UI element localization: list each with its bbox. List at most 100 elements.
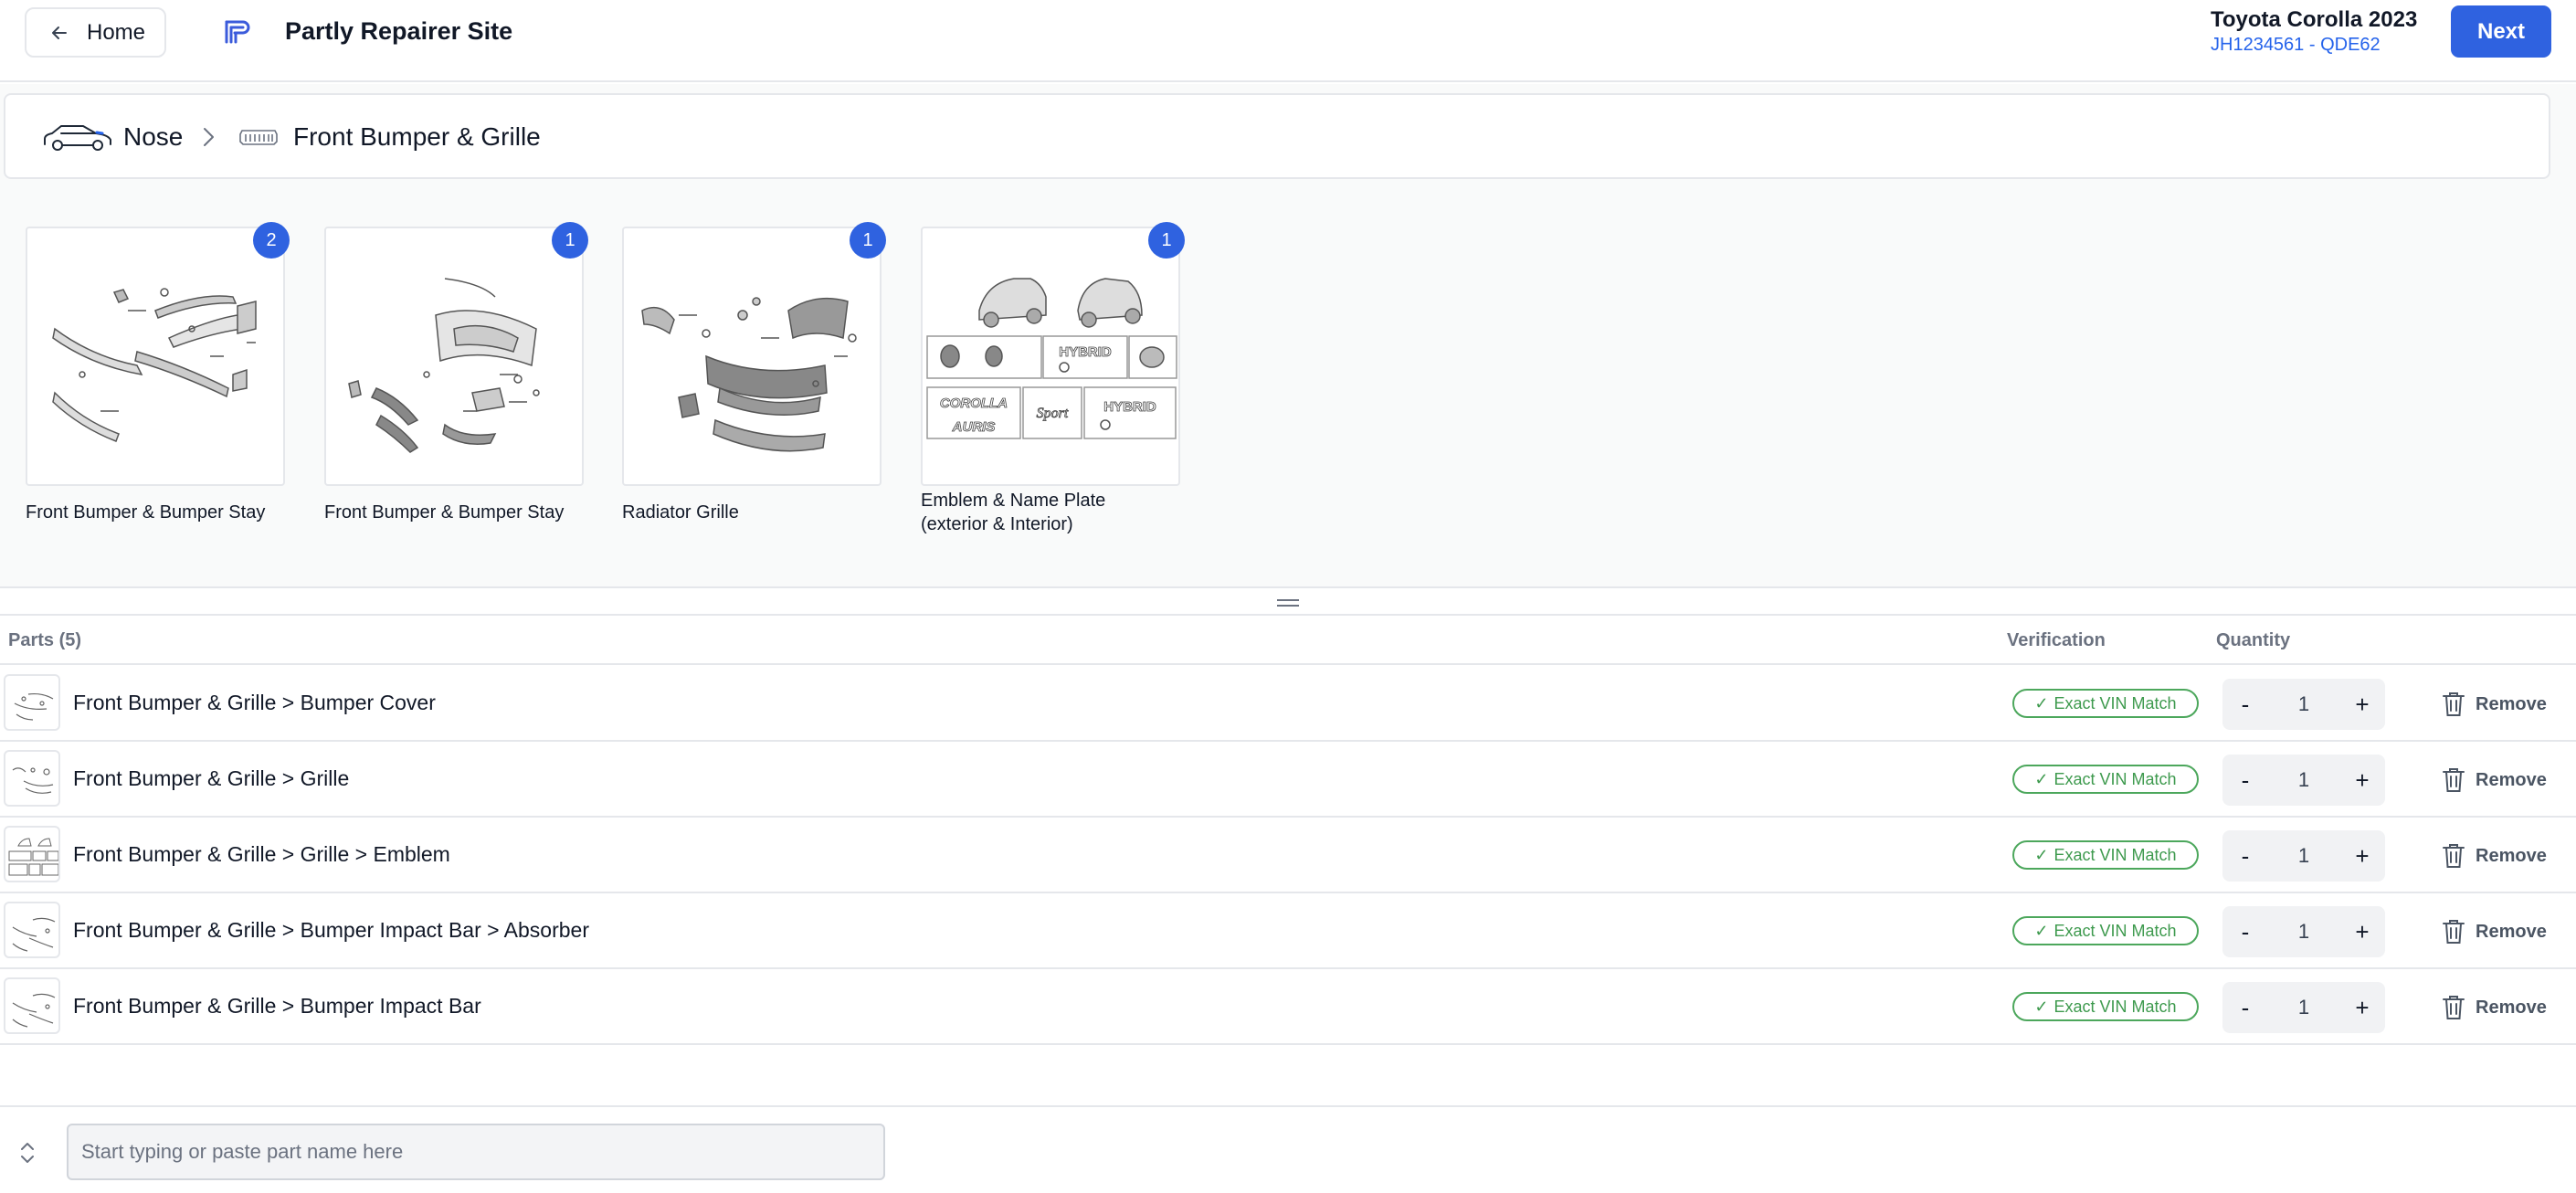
part-thumbnail-art [12, 767, 54, 794]
diagram-thumbnail[interactable] [622, 227, 882, 486]
panel-resize-divider[interactable] [0, 586, 2576, 616]
decrement-button[interactable]: - [2222, 982, 2268, 1033]
vin-match-badge: ✓ Exact VIN Match [2012, 840, 2199, 870]
remove-label: Remove [2476, 693, 2547, 714]
decrement-button[interactable]: - [2222, 830, 2268, 882]
remove-button[interactable]: Remove [2441, 916, 2547, 947]
vin-match-badge: ✓ Exact VIN Match [2012, 689, 2199, 718]
vin-match-label: Exact VIN Match [2053, 921, 2177, 940]
part-search-input[interactable] [67, 1124, 885, 1180]
quantity-value[interactable]: 1 [2268, 755, 2339, 806]
trash-icon [2443, 844, 2465, 868]
partly-logo-icon [225, 20, 250, 44]
remove-label: Remove [2476, 921, 2547, 942]
table-row[interactable]: Front Bumper & Grille > Bumper Impact Ba… [0, 969, 2576, 1045]
diagram-caption: Radiator Grille [622, 502, 739, 523]
quantity-value[interactable]: 1 [2268, 906, 2339, 957]
vin-match-label: Exact VIN Match [2053, 997, 2177, 1016]
home-button-label: Home [87, 19, 146, 45]
remove-button[interactable]: Remove [2441, 992, 2547, 1023]
emblem-text: COROLLA [940, 396, 1008, 411]
trash-icon [2443, 920, 2465, 944]
quantity-stepper: - 1 + [2222, 982, 2385, 1033]
part-name: Front Bumper & Grille > Bumper Impact Ba… [73, 994, 481, 1018]
check-icon: ✓ [2034, 997, 2049, 1016]
grille-icon [239, 130, 278, 145]
arrow-left-icon [52, 26, 67, 39]
chevron-right-icon [204, 128, 214, 146]
table-row[interactable]: Front Bumper & Grille > Bumper Cover ✓ Ex… [0, 666, 2576, 742]
vin-match-label: Exact VIN Match [2053, 845, 2177, 864]
quantity-stepper: - 1 + [2222, 679, 2385, 730]
part-thumbnail-art [14, 692, 54, 721]
part-name: Front Bumper & Grille > Bumper Impact Ba… [73, 918, 590, 942]
vin-match-badge: ✓ Exact VIN Match [2012, 992, 2199, 1021]
home-button[interactable]: Home [25, 7, 166, 58]
decrement-button[interactable]: - [2222, 679, 2268, 730]
part-thumbnail[interactable] [4, 750, 60, 807]
emblem-text: HYBRID [1103, 399, 1156, 415]
diagram-art [348, 278, 540, 453]
check-icon: ✓ [2034, 921, 2049, 940]
diagram-thumbnail[interactable]: HYBRID COROLLA AURIS Sport HYBRID [921, 227, 1180, 486]
part-name: Front Bumper & Grille > Grille > Emblem [73, 842, 450, 866]
diagram-count-badge: 2 [253, 222, 290, 259]
part-thumbnail[interactable] [4, 826, 60, 882]
increment-button[interactable]: + [2339, 906, 2385, 957]
decrement-button[interactable]: - [2222, 906, 2268, 957]
emblem-text: AURIS [952, 419, 996, 435]
decrement-button[interactable]: - [2222, 755, 2268, 806]
verification-header: Verification [2007, 630, 2106, 650]
check-icon: ✓ [2034, 769, 2049, 788]
vin-match-badge: ✓ Exact VIN Match [2012, 916, 2199, 945]
quantity-stepper: - 1 + [2222, 906, 2385, 957]
quantity-value[interactable]: 1 [2268, 679, 2339, 730]
increment-button[interactable]: + [2339, 982, 2385, 1033]
trash-icon [2443, 692, 2465, 716]
vin-match-label: Exact VIN Match [2053, 693, 2177, 713]
part-thumbnail[interactable] [4, 902, 60, 958]
quantity-value[interactable]: 1 [2268, 982, 2339, 1033]
remove-label: Remove [2476, 769, 2547, 790]
increment-button[interactable]: + [2339, 755, 2385, 806]
table-row[interactable]: Front Bumper & Grille > Bumper Impact Ba… [0, 893, 2576, 969]
remove-button[interactable]: Remove [2441, 765, 2547, 796]
next-button[interactable]: Next [2451, 5, 2551, 58]
quantity-value[interactable]: 1 [2268, 830, 2339, 882]
vehicle-vin-link[interactable]: JH1234561 - QDE62 [2211, 35, 2381, 56]
quantity-stepper: - 1 + [2222, 755, 2385, 806]
check-icon: ✓ [2034, 845, 2049, 864]
quantity-header: Quantity [2216, 630, 2291, 650]
diagram-art [52, 288, 257, 442]
diagram-thumbnail[interactable] [26, 227, 285, 486]
part-thumbnail-art [12, 917, 56, 952]
vehicle-name: Toyota Corolla 2023 [2211, 7, 2418, 32]
diagram-count-badge: 1 [850, 222, 886, 259]
part-search-bar [0, 1105, 2576, 1193]
parts-table-header: Parts (5) Verification Quantity [0, 618, 2576, 665]
diagram-count-badge: 1 [552, 222, 588, 259]
drag-handle-icon[interactable] [1276, 597, 1300, 608]
increment-button[interactable]: + [2339, 830, 2385, 882]
breadcrumb: Nose Front Bumper & Grille [4, 93, 2550, 179]
remove-label: Remove [2476, 845, 2547, 866]
part-thumbnail-art [12, 993, 56, 1028]
part-thumbnail[interactable] [4, 977, 60, 1034]
table-row[interactable]: Front Bumper & Grille > Grille > Emblem … [0, 818, 2576, 893]
part-thumbnail[interactable] [4, 674, 60, 731]
remove-button[interactable]: Remove [2441, 840, 2547, 871]
parts-count-header: Parts (5) [8, 630, 82, 650]
expand-collapse-icon[interactable] [18, 1140, 37, 1166]
diagram-caption: Emblem & Name Plate (exterior & Interior… [921, 491, 1106, 534]
car-icon[interactable] [42, 121, 113, 153]
increment-button[interactable]: + [2339, 679, 2385, 730]
trash-icon [2443, 996, 2465, 1019]
remove-button[interactable]: Remove [2441, 689, 2547, 720]
emblem-text: HYBRID [1059, 344, 1112, 360]
diagram-thumbnail[interactable] [324, 227, 584, 486]
table-row[interactable]: Front Bumper & Grille > Grille ✓ Exact VI… [0, 742, 2576, 818]
breadcrumb-item-nose[interactable]: Nose [123, 122, 183, 152]
check-icon: ✓ [2034, 693, 2049, 713]
vin-match-badge: ✓ Exact VIN Match [2012, 765, 2199, 794]
vin-match-label: Exact VIN Match [2053, 769, 2177, 788]
